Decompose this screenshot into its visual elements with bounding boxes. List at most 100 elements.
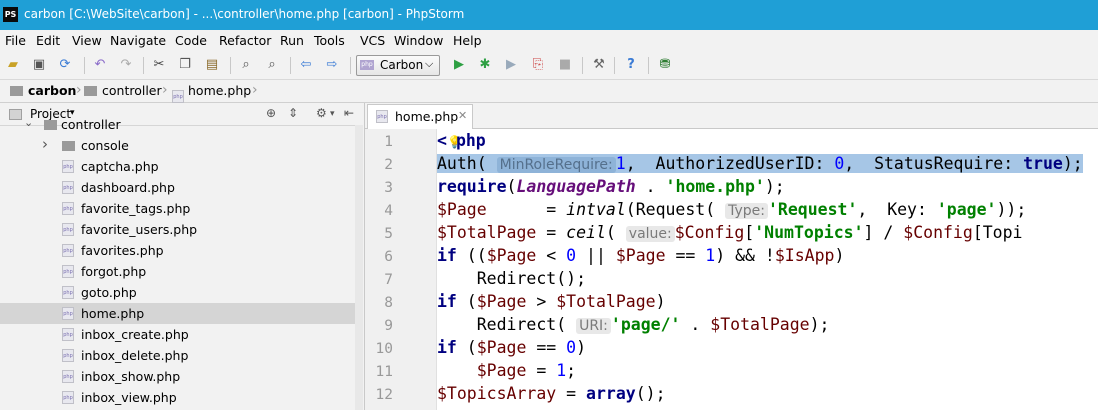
back-icon[interactable]: ⇦ [297, 56, 315, 74]
menu-window[interactable]: Window [394, 33, 443, 48]
tree-file[interactable]: php captcha.php [0, 156, 363, 177]
folder-icon [62, 141, 75, 151]
php-file-icon: php [62, 160, 74, 173]
lightbulb-icon[interactable]: 💡 [447, 131, 462, 149]
tree-file[interactable]: php favorites.php [0, 240, 363, 261]
chevron-right-icon[interactable]: › [42, 135, 48, 153]
menu-refactor[interactable]: Refactor [219, 33, 271, 48]
tree-item-label: inbox_show.php [81, 369, 181, 384]
forward-icon[interactable]: ⇨ [323, 56, 341, 74]
line-number: 2 [384, 157, 393, 173]
menu-help[interactable]: Help [453, 33, 482, 48]
tree-file[interactable]: php forgot.php [0, 261, 363, 282]
breadcrumb-item-carbon[interactable]: carbon [10, 83, 76, 98]
code-line[interactable]: $Page = 1; [437, 359, 1098, 382]
help-icon[interactable]: ? [622, 56, 640, 74]
paste-icon[interactable]: ▤ [203, 56, 221, 74]
tree-item-label: favorites.php [81, 243, 164, 258]
toolbar-separator [143, 57, 144, 74]
tree-file[interactable]: php inbox_view.php [0, 387, 363, 408]
code-line[interactable]: $TotalPage = ceil( value: $Config['NumTop… [437, 221, 1098, 244]
close-icon[interactable]: ✕ [458, 109, 467, 122]
menu-run[interactable]: Run [280, 33, 304, 48]
redo-icon[interactable]: ↷ [117, 56, 135, 74]
tree-file[interactable]: php dashboard.php [0, 177, 363, 198]
tab-home-php[interactable]: php home.php ✕ [367, 104, 473, 129]
php-file-icon: php [62, 391, 74, 404]
coverage-icon[interactable]: ▶ [502, 56, 520, 74]
breadcrumb-item-controller[interactable]: controller [84, 83, 162, 98]
debug-icon[interactable]: ✱ [476, 56, 494, 74]
php-file-icon: php [62, 349, 74, 362]
code-line[interactable]: $Page = intval(Request( Type: 'Request', … [437, 198, 1098, 221]
save-icon[interactable]: ▣ [30, 56, 48, 74]
php-file-icon: php [62, 286, 74, 299]
code-line-text: Redirect( URI:'page/' . $TotalPage); [437, 315, 830, 334]
tree-folder[interactable]: ⌄ controller [0, 114, 363, 135]
copy-icon[interactable]: ❐ [176, 56, 194, 74]
code-area[interactable]: <💡php Auth( MinRoleRequire: 1, AuthorizedU… [437, 129, 1098, 410]
find-icon[interactable]: ⌕ [237, 56, 255, 74]
tree-item-label: forgot.php [81, 264, 147, 279]
code-line-text: Redirect(); [437, 269, 587, 288]
menu-edit[interactable]: Edit [36, 33, 60, 48]
replace-icon[interactable]: ⌕ [263, 56, 281, 74]
code-line[interactable]: <💡php [437, 129, 1098, 152]
open-folder-icon[interactable]: ▰ [4, 56, 22, 74]
chevron-right-icon: › [162, 82, 168, 98]
php-file-icon: php [172, 90, 184, 103]
tree-file[interactable]: php favorite_tags.php [0, 198, 363, 219]
tree-file[interactable]: php favorite_users.php [0, 219, 363, 240]
line-number-gutter: 1 2 3 4 5 6 7 8 9 10 11 12 [365, 129, 437, 410]
breadcrumb-label: carbon [28, 83, 77, 98]
php-icon: php [360, 60, 374, 70]
parameter-hint: Type: [725, 203, 768, 219]
menu-tools[interactable]: Tools [314, 33, 345, 48]
tree-file[interactable]: php inbox_delete.php [0, 345, 363, 366]
tree-item-label: inbox_view.php [81, 390, 177, 405]
tree-item-label: favorite_tags.php [81, 201, 191, 216]
code-line[interactable]: Redirect(); [437, 267, 1098, 290]
code-line[interactable]: $TopicsArray = array(); [437, 382, 1098, 405]
line-number: 5 [384, 226, 393, 242]
sync-icon[interactable]: ⟳ [56, 56, 74, 74]
code-line[interactable]: if ($Page == 0) [437, 336, 1098, 359]
php-file-icon: php [376, 110, 388, 123]
code-line-text: if ($Page > $TotalPage) [437, 292, 666, 311]
tree-file[interactable]: php home.php [0, 303, 363, 324]
vcs-update-icon[interactable]: ⛃ [656, 56, 674, 74]
tree-item-label: dashboard.php [81, 180, 175, 195]
scrollbar[interactable] [355, 125, 363, 410]
run-icon[interactable]: ▶ [450, 56, 468, 74]
code-line[interactable]: if (($Page < 0 || $Page == 1) && !$IsApp… [437, 244, 1098, 267]
breadcrumb-item-home[interactable]: php home.php [172, 83, 251, 103]
attach-icon[interactable]: ⎘ [529, 56, 547, 74]
settings-icon[interactable]: ⚒ [590, 56, 608, 74]
menu-vcs[interactable]: VCS [360, 33, 385, 48]
stop-icon[interactable]: ■ [556, 56, 574, 74]
tree-item-label: inbox_create.php [81, 327, 189, 342]
code-line[interactable]: Redirect( URI:'page/' . $TotalPage); [437, 313, 1098, 336]
menu-file[interactable]: File [5, 33, 26, 48]
line-number: 10 [375, 341, 393, 357]
php-file-icon: php [62, 181, 74, 194]
chevron-down-icon[interactable]: ⌄ [24, 116, 33, 129]
menu-code[interactable]: Code [175, 33, 207, 48]
code-line[interactable]: if ($Page > $TotalPage) [437, 290, 1098, 313]
tree-file[interactable]: php goto.php [0, 282, 363, 303]
tree-item-label: favorite_users.php [81, 222, 198, 237]
folder-icon [84, 86, 97, 96]
toolbar-separator [648, 57, 649, 74]
tree-item-label: inbox_delete.php [81, 348, 189, 363]
tree-file[interactable]: php inbox_create.php [0, 324, 363, 345]
tree-file[interactable]: php inbox_show.php [0, 366, 363, 387]
tree-folder[interactable]: › console [0, 135, 363, 156]
undo-icon[interactable]: ↶ [91, 56, 109, 74]
cut-icon[interactable]: ✂ [150, 56, 168, 74]
menu-view[interactable]: View [72, 33, 102, 48]
code-line[interactable]: Auth( MinRoleRequire: 1, AuthorizedUserID… [437, 152, 1098, 175]
code-line[interactable]: require(LanguagePath . 'home.php'); [437, 175, 1098, 198]
run-configuration-select[interactable]: php Carbon ⌵ [356, 55, 440, 76]
line-number: 6 [384, 249, 393, 265]
menu-navigate[interactable]: Navigate [110, 33, 166, 48]
